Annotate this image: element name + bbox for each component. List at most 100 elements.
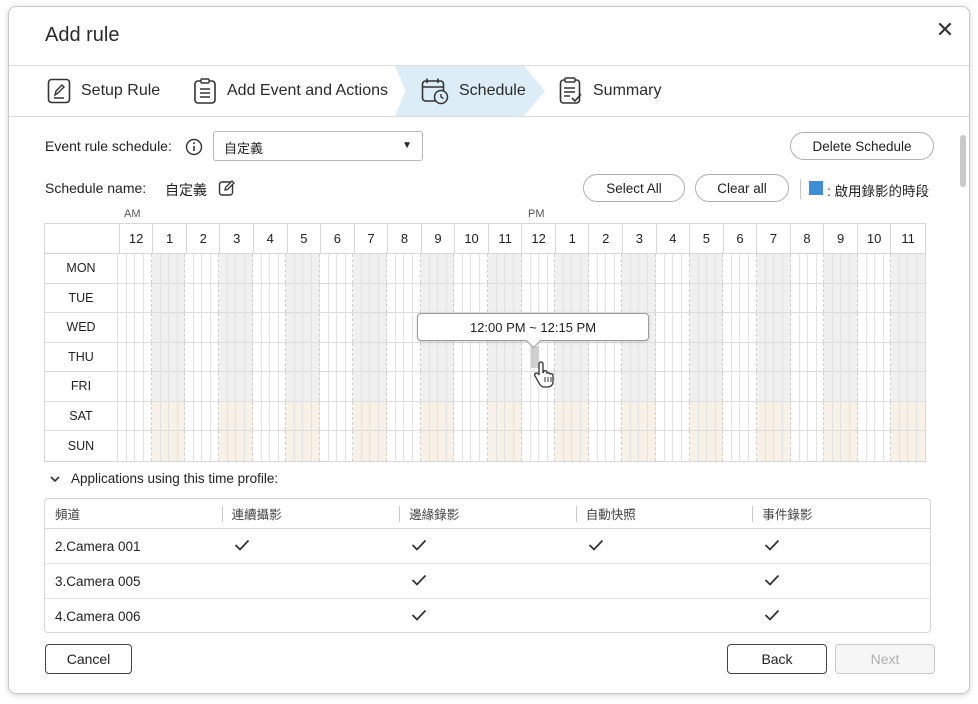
time-slot[interactable]: [118, 342, 152, 371]
time-slot[interactable]: [555, 254, 589, 283]
time-slot[interactable]: [756, 254, 791, 283]
time-slot[interactable]: [656, 342, 690, 371]
time-slot[interactable]: [252, 283, 287, 312]
time-slot[interactable]: [218, 342, 253, 371]
applications-toggle[interactable]: Applications using this time profile:: [49, 471, 278, 486]
time-slot[interactable]: [824, 401, 858, 430]
time-slot[interactable]: [118, 401, 152, 430]
time-slot[interactable]: [319, 401, 354, 430]
time-slot[interactable]: [151, 254, 186, 283]
time-slot[interactable]: [252, 372, 287, 401]
clear-all-button[interactable]: Clear all: [695, 174, 789, 202]
time-slot[interactable]: [319, 372, 354, 401]
time-slot[interactable]: [151, 431, 186, 461]
time-slot[interactable]: [723, 401, 757, 430]
time-slot[interactable]: [420, 283, 455, 312]
time-slot[interactable]: [689, 431, 724, 461]
time-slot[interactable]: [622, 401, 656, 430]
time-slot[interactable]: [319, 283, 354, 312]
edit-icon[interactable]: [218, 179, 236, 197]
time-slot[interactable]: [487, 342, 522, 371]
delete-schedule-button[interactable]: Delete Schedule: [790, 132, 934, 160]
time-slot[interactable]: [387, 431, 421, 461]
time-slot[interactable]: [151, 313, 186, 342]
time-slot[interactable]: [286, 283, 320, 312]
time-slot[interactable]: [420, 342, 455, 371]
time-slot[interactable]: [857, 372, 892, 401]
time-slot[interactable]: [689, 254, 724, 283]
time-slot[interactable]: [218, 401, 253, 430]
time-slot[interactable]: [319, 254, 354, 283]
time-slot[interactable]: [521, 431, 556, 461]
time-slot[interactable]: [487, 401, 522, 430]
step-setup-rule[interactable]: Setup Rule: [47, 66, 160, 116]
time-slot[interactable]: [487, 431, 522, 461]
time-slot[interactable]: [252, 401, 287, 430]
time-slot[interactable]: [252, 431, 287, 461]
time-slot[interactable]: [622, 283, 656, 312]
time-slot[interactable]: [118, 372, 152, 401]
time-slot[interactable]: [656, 283, 690, 312]
time-slot[interactable]: [790, 342, 825, 371]
step-schedule[interactable]: Schedule: [421, 66, 526, 116]
time-slot[interactable]: [286, 431, 320, 461]
time-slot[interactable]: [454, 431, 488, 461]
time-slot[interactable]: [420, 431, 455, 461]
time-slot[interactable]: [387, 254, 421, 283]
time-slot[interactable]: [218, 372, 253, 401]
time-slot[interactable]: [857, 283, 892, 312]
schedule-grid[interactable]: 12 1 2 3 4 5 6 7 8 9 10 11 12 1 2 3 4 5 6 7 8 9 10 11 MON TUE WED…: [44, 223, 926, 462]
time-slot[interactable]: [454, 401, 488, 430]
time-slot[interactable]: [353, 401, 387, 430]
step-summary[interactable]: Summary: [559, 66, 661, 116]
time-slot[interactable]: [622, 372, 656, 401]
time-slot[interactable]: [790, 401, 825, 430]
time-slot[interactable]: [891, 254, 925, 283]
time-slot[interactable]: [118, 313, 152, 342]
time-slot[interactable]: [622, 342, 656, 371]
time-slot[interactable]: [319, 313, 354, 342]
time-slot[interactable]: [387, 401, 421, 430]
time-slot[interactable]: [790, 254, 825, 283]
time-slot[interactable]: [185, 372, 219, 401]
time-slot[interactable]: [387, 342, 421, 371]
time-slot[interactable]: [118, 254, 152, 283]
time-slot[interactable]: [588, 401, 623, 430]
time-slot[interactable]: [487, 254, 522, 283]
time-slot[interactable]: [891, 342, 925, 371]
time-slot[interactable]: [824, 431, 858, 461]
time-slot[interactable]: [420, 372, 455, 401]
time-slot[interactable]: [555, 372, 589, 401]
time-slot[interactable]: [252, 342, 287, 371]
time-slot[interactable]: [185, 401, 219, 430]
time-slot[interactable]: [387, 313, 421, 342]
time-slot[interactable]: [420, 401, 455, 430]
time-slot[interactable]: [689, 372, 724, 401]
time-slot[interactable]: [824, 283, 858, 312]
time-slot[interactable]: [118, 431, 152, 461]
time-slot[interactable]: [656, 431, 690, 461]
time-slot[interactable]: [353, 342, 387, 371]
time-slot[interactable]: [857, 401, 892, 430]
time-slot[interactable]: [656, 254, 690, 283]
time-slot[interactable]: [891, 431, 925, 461]
time-slot[interactable]: [353, 313, 387, 342]
time-slot[interactable]: [756, 342, 791, 371]
scrollbar[interactable]: [960, 135, 966, 187]
time-slot[interactable]: [521, 401, 556, 430]
time-slot[interactable]: [756, 431, 791, 461]
time-slot[interactable]: [824, 342, 858, 371]
time-slot[interactable]: [689, 342, 724, 371]
time-slot[interactable]: [387, 283, 421, 312]
time-slot[interactable]: [891, 401, 925, 430]
time-slot[interactable]: [588, 254, 623, 283]
time-slot[interactable]: [790, 372, 825, 401]
time-slot[interactable]: [723, 283, 757, 312]
time-slot[interactable]: [555, 401, 589, 430]
time-slot[interactable]: [857, 431, 892, 461]
time-slot[interactable]: [689, 401, 724, 430]
time-slot[interactable]: [218, 283, 253, 312]
time-slot[interactable]: [151, 342, 186, 371]
step-add-event-actions[interactable]: Add Event and Actions: [193, 66, 388, 116]
time-slot[interactable]: [857, 254, 892, 283]
